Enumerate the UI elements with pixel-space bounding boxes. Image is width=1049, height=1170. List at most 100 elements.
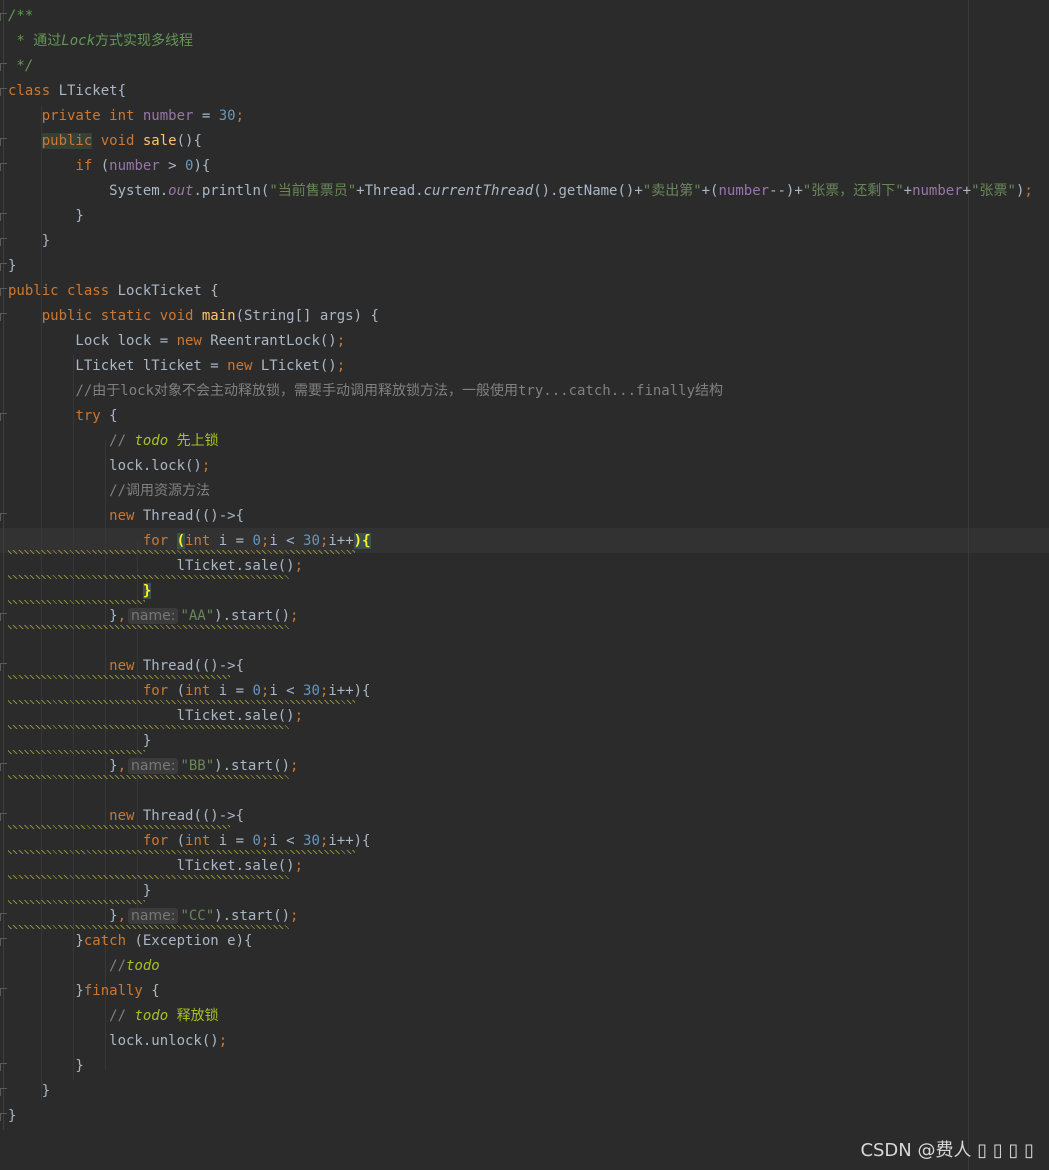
code-line[interactable]: lock.unlock(); <box>8 1029 227 1054</box>
fold-marker-icon[interactable] <box>0 413 7 421</box>
code-token: { <box>151 983 160 999</box>
code-token: lock.unlock() <box>8 1033 219 1049</box>
code-line[interactable]: public class LockTicket { <box>8 279 219 304</box>
code-token: "BB" <box>180 758 215 774</box>
code-line[interactable]: //由于lock对象不会主动释放锁，需要手动调用释放锁方法，一般使用try...… <box>8 379 723 404</box>
fold-marker-icon[interactable] <box>0 938 7 946</box>
code-line[interactable]: } <box>8 1104 16 1129</box>
fold-marker-icon[interactable] <box>0 13 7 21</box>
csdn-watermark: CSDN @费人 ▯ ▯ ▯ ▯ <box>860 1140 1034 1161</box>
fold-marker-icon[interactable] <box>0 1113 7 1121</box>
code-line[interactable]: LTicket lTicket = new LTicket(); <box>8 354 345 379</box>
fold-marker-icon[interactable] <box>0 138 7 146</box>
code-line[interactable]: public void sale(){ <box>8 129 202 154</box>
code-editor[interactable]: /** * 通过Lock方式实现多线程 */ class LTicket{ pri… <box>0 0 1049 1170</box>
code-line[interactable]: // todo 释放锁 <box>8 1004 218 1029</box>
code-token: number <box>912 183 963 199</box>
code-line[interactable]: if (number > 0){ <box>8 154 210 179</box>
fold-marker-icon[interactable] <box>0 613 7 621</box>
code-line[interactable]: System.out.println("当前售票员"+Thread.curren… <box>8 179 1033 204</box>
code-token: new <box>176 333 211 349</box>
code-line[interactable]: Lock lock = new ReentrantLock(); <box>8 329 345 354</box>
code-token: Lock <box>61 33 96 49</box>
code-token: +( <box>701 183 719 199</box>
code-line[interactable]: } <box>8 1079 50 1104</box>
code-line[interactable]: */ <box>8 54 33 79</box>
code-line[interactable]: /** <box>8 4 33 29</box>
fold-marker-icon[interactable] <box>0 763 7 771</box>
code-line[interactable]: lock.lock(); <box>8 454 210 479</box>
code-token: (String[] args) { <box>235 308 379 324</box>
fold-marker-icon[interactable] <box>0 238 7 246</box>
fold-marker-icon[interactable] <box>0 163 7 171</box>
code-token: LTicket lTicket = <box>8 358 228 374</box>
code-token: } <box>8 258 17 274</box>
code-line[interactable]: //todo <box>8 954 160 979</box>
fold-marker-icon[interactable] <box>0 1063 7 1071</box>
code-line[interactable]: } <box>8 254 16 279</box>
code-line[interactable]: }finally { <box>8 979 160 1004</box>
right-margin-guide <box>968 0 969 1170</box>
code-token: lTicket.sale() <box>8 708 295 724</box>
code-token: ( <box>176 833 186 849</box>
code-token: todo <box>134 1008 169 1024</box>
code-token: ; <box>218 1033 228 1049</box>
fold-marker-icon[interactable] <box>0 813 7 821</box>
code-line[interactable]: new Thread(()->{ <box>8 504 244 529</box>
code-line[interactable]: * 通过Lock方式实现多线程 <box>8 29 193 54</box>
fold-marker-icon[interactable] <box>0 213 7 221</box>
code-token: > <box>159 158 186 174</box>
code-token: // <box>109 433 135 449</box>
code-token: sale <box>142 133 177 149</box>
code-token: , <box>117 908 127 924</box>
code-token: { <box>109 408 118 424</box>
warning-squiggle <box>8 750 145 754</box>
code-line[interactable]: public static void main(String[] args) { <box>8 304 379 329</box>
code-line[interactable]: } <box>8 1054 84 1079</box>
code-token: } <box>8 208 84 224</box>
fold-marker-icon[interactable] <box>0 288 7 296</box>
fold-marker-icon[interactable] <box>0 913 7 921</box>
code-token: i < <box>269 683 304 699</box>
code-line[interactable]: // todo 先上锁 <box>8 429 218 454</box>
parameter-hint: name: <box>128 908 179 924</box>
code-token: todo <box>134 433 169 449</box>
code-line[interactable]: } <box>8 204 84 229</box>
code-token: ; <box>290 758 299 774</box>
code-line[interactable]: private int number = 30; <box>8 104 244 129</box>
fold-marker-icon[interactable] <box>0 663 7 671</box>
code-token: i++){ <box>328 683 371 699</box>
code-token: Thread(()->{ <box>142 808 245 824</box>
code-token: public static void <box>41 308 202 324</box>
warning-squiggle <box>8 700 355 704</box>
code-token: lock.lock() <box>8 458 202 474</box>
fold-marker-icon[interactable] <box>0 513 7 521</box>
code-token: } <box>8 733 152 749</box>
fold-marker-icon[interactable] <box>0 63 7 71</box>
code-line[interactable]: class LTicket{ <box>8 79 126 104</box>
code-token: * 通过 <box>8 33 62 49</box>
code-token: "卖出第" <box>642 183 702 199</box>
warning-squiggle <box>8 725 290 729</box>
code-line[interactable]: } <box>8 229 50 254</box>
fold-marker-icon[interactable] <box>0 988 7 996</box>
fold-marker-icon[interactable] <box>0 1088 7 1096</box>
code-token: .println( <box>193 183 270 199</box>
fold-marker-icon[interactable] <box>0 263 7 271</box>
fold-marker-icon[interactable] <box>0 313 7 321</box>
code-line[interactable]: try { <box>8 404 118 429</box>
code-line[interactable]: }catch (Exception e){ <box>8 929 252 954</box>
warning-squiggle <box>8 675 230 679</box>
warning-squiggle <box>8 550 355 554</box>
fold-marker-icon[interactable] <box>0 88 7 96</box>
code-line[interactable]: //调用资源方法 <box>8 479 210 504</box>
code-token: finally <box>83 983 152 999</box>
code-token: } <box>8 1058 84 1074</box>
code-token: } <box>8 233 51 249</box>
code-token: ; <box>201 458 211 474</box>
code-token: if <box>75 158 101 174</box>
